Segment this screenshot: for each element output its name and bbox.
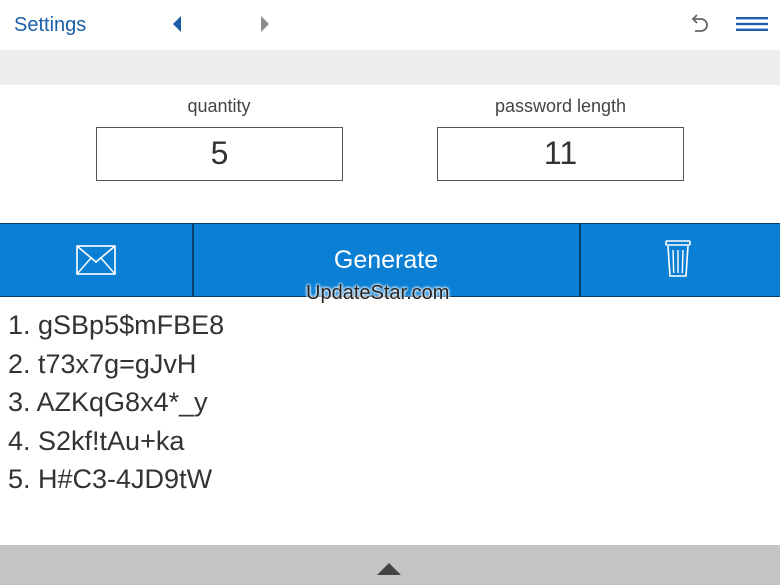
hamburger-menu-icon[interactable] <box>736 16 768 32</box>
list-item[interactable]: 1. gSBp5$mFBE8 <box>8 306 224 345</box>
watermark: UpdateStar.com <box>306 282 450 304</box>
top-toolbar: Settings <box>0 0 780 50</box>
clear-button[interactable] <box>580 224 780 296</box>
undo-icon[interactable] <box>686 13 710 37</box>
password-list: 1. gSBp5$mFBE8 2. t73x7g=gJvH 3. AZKqG8x… <box>8 306 224 499</box>
trash-icon <box>665 240 691 277</box>
header-separator-band <box>0 50 780 85</box>
list-item[interactable]: 2. t73x7g=gJvH <box>8 345 224 384</box>
expand-up-icon[interactable] <box>376 562 402 576</box>
list-item[interactable]: 4. S2kf!tAu+ka <box>8 422 224 461</box>
list-item[interactable]: 3. AZKqG8x4*_y <box>8 383 224 422</box>
bottom-bar <box>0 545 780 585</box>
list-item[interactable]: 5. H#C3-4JD9tW <box>8 460 224 499</box>
quantity-label: quantity <box>187 96 251 116</box>
next-arrow-icon[interactable] <box>258 14 272 34</box>
envelope-icon <box>76 245 116 275</box>
settings-button[interactable]: Settings <box>14 14 86 37</box>
quantity-field[interactable]: 5 <box>96 127 343 181</box>
email-button[interactable] <box>0 224 192 296</box>
password-length-field[interactable]: 11 <box>437 127 684 181</box>
password-length-label: password length <box>494 96 627 116</box>
previous-arrow-icon[interactable] <box>170 14 184 34</box>
